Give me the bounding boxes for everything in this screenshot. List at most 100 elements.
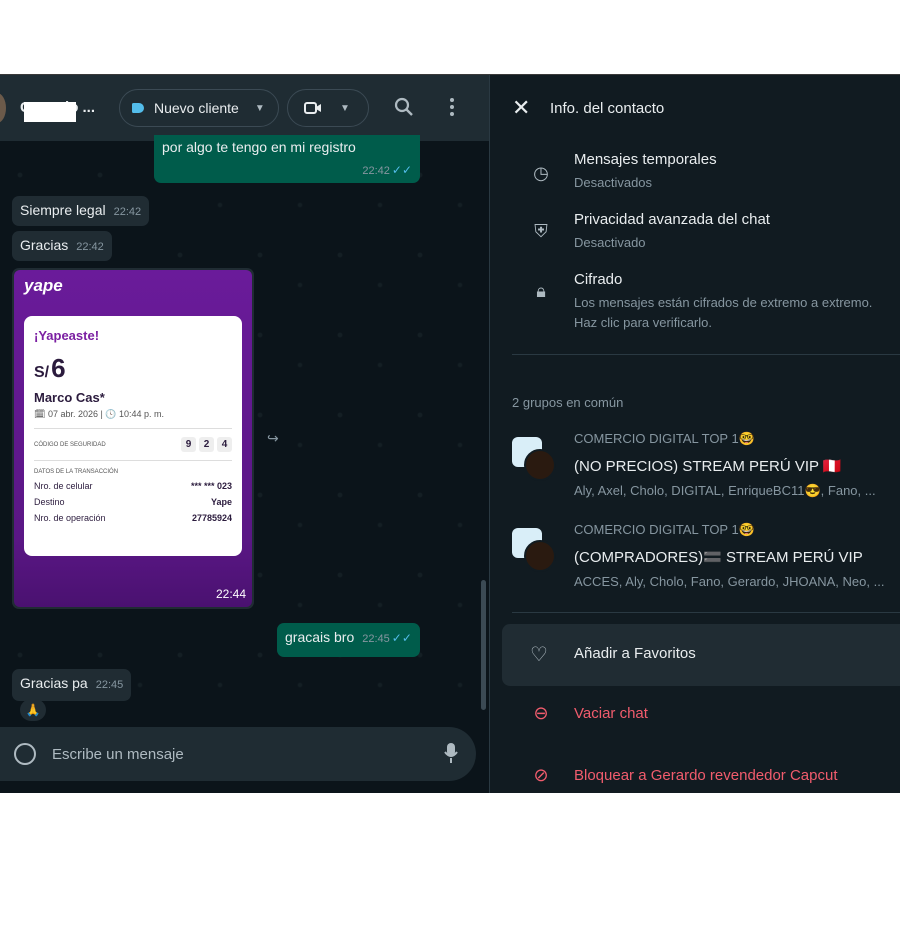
divider [512,612,900,613]
receipt-name: Marco Cas* [34,390,105,405]
group-name: (COMPRADORES)🟰 STREAM PERÚ VIP [574,549,863,566]
security-code: CÓDIGO DE SEGURIDAD 924 [34,437,232,452]
message-incoming[interactable]: Siempre legal 22:42 [12,196,150,226]
group-avatar [524,449,556,481]
option-title: Mensajes temporales [574,151,717,168]
option-subtitle: Los mensajes están cifrados de extremo a… [574,295,873,330]
clear-chat-button[interactable]: ⊖ Vaciar chat [490,701,900,731]
common-group-item[interactable]: COMERCIO DIGITAL TOP 1🤓 (NO PRECIOS) STR… [490,431,900,511]
message-time: 22:42 [113,206,142,218]
message-reaction[interactable]: 🙏 [20,699,46,721]
option-title: Privacidad avanzada del chat [574,211,770,228]
message-input[interactable] [52,745,412,763]
yape-logo: yape [24,276,63,295]
receipt-row: Destino Yape [34,497,232,507]
fav-label: Añadir a Favoritos [574,645,696,662]
message-outgoing[interactable]: gracais bro 22:45 ✓✓ [277,623,420,657]
forward-icon[interactable]: ↪ [267,430,279,447]
receipt-row: Nro. de operación 27785924 [34,513,232,523]
divider [512,354,900,355]
message-time: 22:42 [76,241,104,253]
row-label: Nro. de celular [34,481,93,491]
message-incoming[interactable]: Gracias pa 22:45 [12,669,132,701]
message-outgoing[interactable]: por algo te tengo en mi registro 22:42 ✓✓ [154,135,420,183]
heart-icon: ♡ [530,644,548,666]
row-value: 27785924 [191,513,232,523]
read-ticks-icon: ✓✓ [391,163,412,177]
digit: 9 [181,437,196,452]
message-text: Siempre legal [20,202,106,218]
message-time: 22:42 [362,165,390,177]
option-subtitle: Desactivado [574,235,646,250]
message-text: Gracias pa [20,675,88,691]
group-members: Aly, Axel, Cholo, DIGITAL, EnriqueBC11😎,… [574,483,876,498]
contact-info-pane: ✕ Info. del contacto ◷ Mensajes temporal… [489,75,900,793]
chevron-down-icon: ▼ [340,102,350,114]
label-dropdown[interactable]: Nuevo cliente ▼ [119,89,279,127]
encryption-option[interactable]: 🔒︎ Cifrado Los mensajes están cifrados d… [490,271,900,335]
message-text: por algo te tengo en mi registro [162,139,356,155]
video-camera-icon [304,102,321,114]
option-title: Cifrado [574,271,623,288]
receipt-date: 07 abr. 2026 [47,409,98,419]
whatsapp-window: Gerardo ... Nuevo cliente ▼ ▼ por algo t… [0,74,900,793]
chat-pane: Gerardo ... Nuevo cliente ▼ ▼ por algo t… [0,75,489,793]
row-label: Nro. de operación [34,513,106,523]
disappearing-messages-option[interactable]: ◷ Mensajes temporales Desactivados [490,151,900,203]
group-community: COMERCIO DIGITAL TOP 1🤓 [574,431,755,446]
read-ticks-icon: ✓✓ [391,631,412,645]
group-members: ACCES, Aly, Cholo, Fano, Gerardo, JHOANA… [574,574,885,589]
clear-chat-label: Vaciar chat [574,705,648,722]
receipt-row: Nro. de celular *** *** 023 [34,481,232,491]
security-label: CÓDIGO DE SEGURIDAD [34,441,106,448]
label-tag-icon [132,103,144,113]
group-avatar [524,540,556,572]
label-text: Nuevo cliente [154,100,239,116]
digit: 4 [217,437,232,452]
menu-dots-icon[interactable] [447,97,457,117]
yape-receipt-card: ¡Yapeaste! S/6 Marco Cas* 🗓 07 abr. 2026… [24,316,242,556]
info-title: Info. del contacto [550,99,665,117]
row-label: Destino [34,497,65,507]
receipt-time: 10:44 p. m. [119,409,165,419]
shield-icon: ⛨ [534,221,548,241]
receipt-datetime: 🗓 07 abr. 2026 | 🕓 10:44 p. m. [34,409,165,419]
receipt-amount: S/6 [34,353,232,384]
group-community: COMERCIO DIGITAL TOP 1🤓 [574,522,755,537]
row-value: *** *** 023 [190,481,232,491]
block-label: Bloquear a Gerardo revendedor Capcut [574,767,838,784]
currency: S/ [34,364,50,381]
details-label: DATOS DE LA TRANSACCIÓN [34,469,119,475]
microphone-icon[interactable] [444,742,458,764]
add-to-favorites-button[interactable]: ♡ Añadir a Favoritos [502,624,900,686]
digit: 2 [199,437,214,452]
search-icon[interactable] [394,97,414,117]
contact-avatar[interactable] [0,93,6,123]
message-time: 22:45 [95,679,124,691]
minus-circle-icon: ⊖ [533,703,549,723]
message-composer [0,727,476,781]
amount-value: 6 [51,353,66,383]
block-contact-button[interactable]: ⊘ Bloquear a Gerardo revendedor Capcut [490,763,900,793]
timer-icon: ◷ [533,163,549,183]
close-icon[interactable]: ✕ [512,95,534,121]
chat-header: Gerardo ... Nuevo cliente ▼ ▼ [0,75,489,141]
common-group-item[interactable]: COMERCIO DIGITAL TOP 1🤓 (COMPRADORES)🟰 S… [490,522,900,602]
advanced-privacy-option[interactable]: ⛨ Privacidad avanzada del chat Desactiva… [490,211,900,263]
message-text: gracais bro [285,629,355,645]
redaction-mask [24,102,76,122]
info-header: ✕ Info. del contacto [490,75,900,141]
group-name: (NO PRECIOS) STREAM PERÚ VIP 🇵🇪 [574,458,842,475]
image-message[interactable]: yape ¡Yapeaste! S/6 Marco Cas* 🗓 07 abr.… [12,268,254,609]
emoji-sticker-icon[interactable] [14,743,36,765]
receipt-title: ¡Yapeaste! [34,328,100,343]
message-incoming[interactable]: Gracias 22:42 [12,231,112,261]
chat-scrollbar[interactable] [481,580,486,710]
yape-receipt-image: yape ¡Yapeaste! S/6 Marco Cas* 🗓 07 abr.… [14,270,252,607]
message-time: 22:44 [215,587,246,601]
video-call-dropdown[interactable]: ▼ [287,89,369,127]
lock-icon: 🔒︎ [536,281,546,301]
option-subtitle: Desactivados [574,175,653,190]
block-icon: ⊘ [533,765,549,785]
message-time: 22:45 [362,633,390,645]
